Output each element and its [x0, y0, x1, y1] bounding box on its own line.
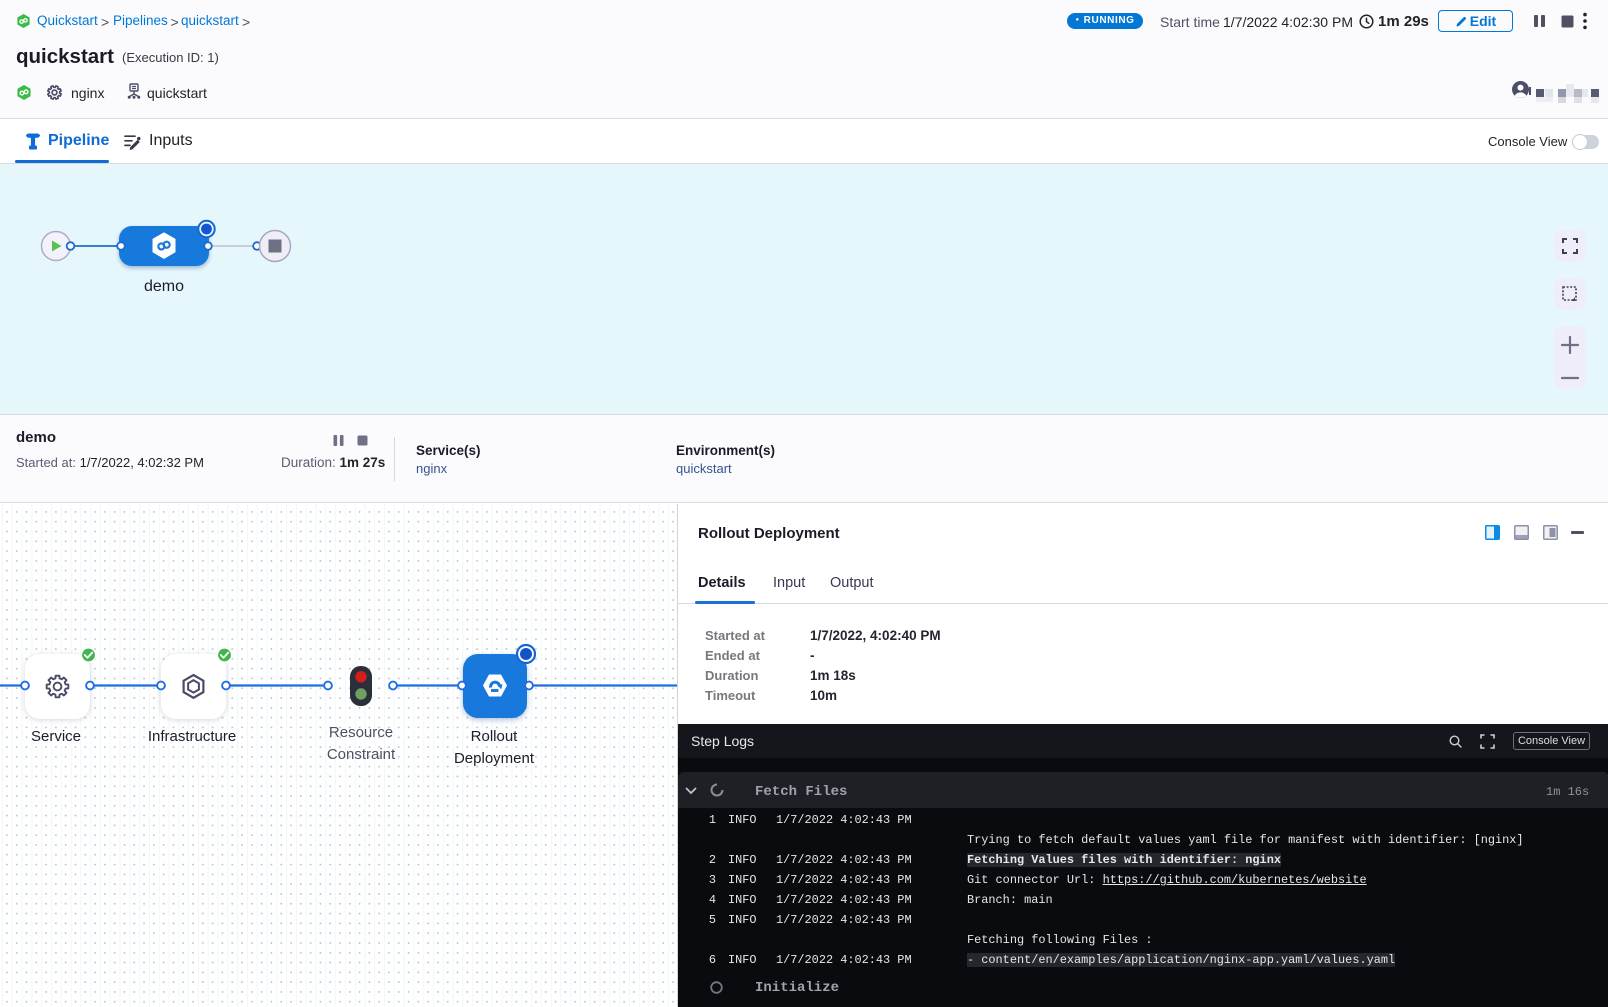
- svg-text:Deployment: Deployment: [454, 750, 535, 767]
- svg-text:Service: Service: [31, 728, 81, 745]
- svg-text:demo: demo: [144, 278, 184, 295]
- svg-text:Resource: Resource: [329, 724, 393, 741]
- svg-text:Infrastructure: Infrastructure: [148, 728, 236, 745]
- svg-text:Constraint: Constraint: [327, 746, 396, 763]
- svg-text:Rollout: Rollout: [471, 728, 519, 745]
